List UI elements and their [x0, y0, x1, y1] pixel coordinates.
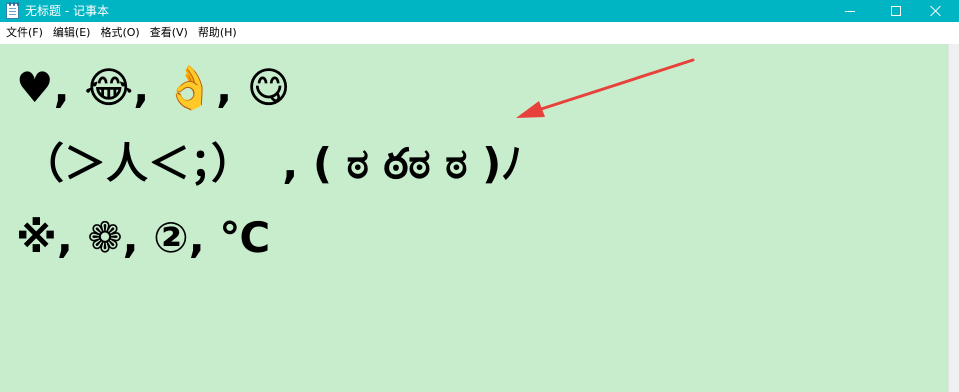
editor-line-1: ♥, 😂, 👌, 😋: [16, 63, 291, 112]
window-title: 无标题 - 记事本: [25, 4, 109, 18]
text-editor[interactable]: ♥, 😂, 👌, 😋 （＞人＜；） , ( ಠ ఠಠ ಠ )ﾉ ※, ❁, ②,…: [0, 44, 948, 392]
vertical-scrollbar[interactable]: [948, 44, 959, 392]
close-button[interactable]: [913, 0, 959, 22]
notepad-icon: [6, 2, 19, 19]
menu-bar: 文件(F) 编辑(E) 格式(O) 查看(V) 帮助(H): [0, 22, 959, 44]
menu-help[interactable]: 帮助(H): [194, 23, 243, 43]
title-bar[interactable]: 无标题 - 记事本: [0, 0, 959, 22]
editor-line-3: ※, ❁, ②, ℃: [16, 213, 271, 262]
menu-view[interactable]: 查看(V): [146, 23, 194, 43]
minimize-button[interactable]: [827, 0, 873, 22]
menu-edit[interactable]: 编辑(E): [49, 23, 97, 43]
editor-line-2: （＞人＜；） , ( ಠ ఠಠ ಠ )ﾉ: [22, 139, 523, 188]
menu-file[interactable]: 文件(F): [2, 23, 49, 43]
maximize-icon: [891, 6, 901, 16]
close-icon: [930, 5, 942, 17]
minimize-icon: [845, 10, 855, 12]
menu-format[interactable]: 格式(O): [96, 23, 145, 43]
